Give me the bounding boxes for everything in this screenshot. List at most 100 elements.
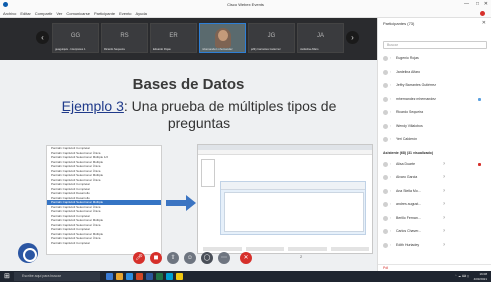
video-tile-name: jeffry barrantes Gutierrez xyxy=(251,48,281,51)
video-tile[interactable]: GG guaguiquis - Interpretes 1 xyxy=(52,23,99,53)
participant-row[interactable]: ◦ Jardelina Alfaro xyxy=(383,68,489,77)
video-tile[interactable]: JA Jardelina Alfaro xyxy=(297,23,344,53)
menu-compartir[interactable]: Compartir xyxy=(35,11,53,16)
leave-button[interactable]: ✕ xyxy=(240,252,252,264)
microphone-icon: ◦ xyxy=(390,83,392,87)
video-tile-name: Ricardo Sequeira xyxy=(104,48,125,51)
menu-bar: Archivo Editar Compartir Ver Comunicarse… xyxy=(0,9,491,18)
video-tile-active-speaker[interactable]: mhernandez mhernandez xyxy=(199,23,246,53)
participant-status: ? xyxy=(443,175,445,179)
video-prev-arrow-icon[interactable]: ‹ xyxy=(36,31,49,44)
microphone-icon: ◦ xyxy=(390,123,392,128)
menu-participante[interactable]: Participante xyxy=(94,11,115,16)
maximize-icon[interactable]: □ xyxy=(476,1,479,7)
share-button[interactable]: ⇧ xyxy=(167,252,179,264)
avatar xyxy=(383,96,388,102)
question-info-box xyxy=(201,159,215,187)
windows-start-icon[interactable]: ⊞ xyxy=(4,273,10,280)
menu-ayuda[interactable]: Ayuda xyxy=(136,11,147,16)
participant-row[interactable]: ◦ mhernandez mhernandez xyxy=(383,95,489,104)
participant-row[interactable]: ◦ Eugenio Rojas xyxy=(383,54,489,63)
participant-row[interactable]: ◦ andres august...? xyxy=(383,200,489,209)
video-tile-name: guaguiquis - Interpretes 1 xyxy=(55,48,86,51)
participant-name: Wendy Villalobos xyxy=(396,123,423,128)
video-tile-initials: RS xyxy=(120,33,129,39)
participant-name: Jeffry Barrantes Gutiérrez xyxy=(396,83,437,87)
participant-row[interactable]: ◦ Edith Hurtadey? xyxy=(383,241,489,250)
participants-footer-label: Pdl xyxy=(383,266,389,270)
microphone-icon: ◦ xyxy=(390,202,392,206)
webex-window: Cisco Webex Events — □ ✕ Archivo Editar … xyxy=(0,0,491,282)
microphone-icon: ◦ xyxy=(390,110,392,114)
browser-screenshot xyxy=(197,144,373,254)
avatar xyxy=(383,69,388,75)
microphone-icon: ◦ xyxy=(390,175,392,179)
participant-row[interactable]: ◦ Yeri Calderón xyxy=(383,135,489,144)
panel-close-icon[interactable]: ✕ xyxy=(482,20,486,26)
edge-browser-icon[interactable] xyxy=(126,273,133,280)
video-next-arrow-icon[interactable]: › xyxy=(346,31,359,44)
microphone-icon: ◦ xyxy=(390,137,392,141)
avatar xyxy=(383,242,388,248)
webex-taskbar-icon[interactable] xyxy=(166,273,173,280)
microphone-icon: ◦ xyxy=(390,188,392,193)
word-icon[interactable] xyxy=(146,273,153,280)
menu-comunicarse[interactable]: Comunicarse xyxy=(66,11,90,16)
question-list-item: Parcial1 Capitulo3 Completar xyxy=(51,240,91,245)
participant-row[interactable]: ◦ Jeffry Barrantes Gutiérrez xyxy=(383,81,489,90)
participant-name: Ricardo Sequeira xyxy=(396,110,424,114)
participant-row[interactable]: ◦ Wendy Villalobos xyxy=(383,122,489,131)
video-tile-initials: JA xyxy=(316,33,324,39)
excel-icon[interactable] xyxy=(156,273,163,280)
chat-button[interactable]: ◯ xyxy=(201,252,213,264)
participant-name: Berillo Fernan... xyxy=(396,215,421,220)
participant-status: ? xyxy=(443,202,445,206)
participant-row[interactable]: ◦ Carlos Chaver...? xyxy=(383,227,489,236)
close-icon[interactable]: ✕ xyxy=(484,1,488,7)
hand-raised-icon xyxy=(478,162,481,166)
file-explorer-icon[interactable] xyxy=(116,273,123,280)
menu-archivo[interactable]: Archivo xyxy=(3,11,16,16)
minimize-icon[interactable]: — xyxy=(464,1,469,7)
title-bar: Cisco Webex Events — □ ✕ xyxy=(0,0,491,9)
microphone-icon: ◦ xyxy=(390,96,392,101)
video-tile-name: Jardelina Alfaro xyxy=(300,48,319,51)
answer-editor xyxy=(220,181,366,235)
powerpoint-icon[interactable] xyxy=(136,273,143,280)
video-tile[interactable]: JG jeffry barrantes Gutierrez xyxy=(248,23,295,53)
participant-row[interactable]: ◦ Berillo Fernan...? xyxy=(383,214,489,223)
participant-row[interactable]: ◦ Ana Stella Mo...? xyxy=(383,187,489,196)
participant-row[interactable]: ◦ Alisa Duarte? xyxy=(383,160,489,169)
slide-title: Bases de Datos xyxy=(132,76,245,93)
video-tile[interactable]: ER Eduardo Rojas xyxy=(150,23,197,53)
participant-name: Carlos Chaver... xyxy=(396,229,422,233)
slide-page-number: 2 xyxy=(300,254,303,259)
chrome-icon[interactable] xyxy=(176,273,183,280)
taskbar-search-input[interactable]: Escribe aquí para buscar xyxy=(14,272,100,281)
menu-editar[interactable]: Editar xyxy=(20,11,30,16)
microphone-icon: ◦ xyxy=(390,161,392,166)
menu-ver[interactable]: Ver xyxy=(56,11,62,16)
avatar xyxy=(383,110,388,115)
slide-subtitle-text: : Una prueba de múltiples tipos de pregu… xyxy=(123,98,337,131)
editor-toolbar xyxy=(221,182,365,190)
participant-row[interactable]: ◦ Alvaro Garcia? xyxy=(383,173,489,182)
task-view-icon[interactable] xyxy=(106,273,113,280)
mute-button[interactable]: 🎤︎ xyxy=(133,252,145,264)
more-options-button[interactable]: ⋯ xyxy=(218,252,230,264)
speaker-face xyxy=(218,30,228,41)
microphone-icon: ◦ xyxy=(390,69,392,74)
participants-search-input[interactable]: Buscar xyxy=(383,41,487,49)
video-tile[interactable]: RS Ricardo Sequeira xyxy=(101,23,148,53)
menu-evento[interactable]: Evento xyxy=(119,11,131,16)
avatar xyxy=(383,215,388,221)
participant-row[interactable]: ◦ Ricardo Sequeira xyxy=(383,108,489,117)
participant-status: ? xyxy=(443,215,445,220)
stop-video-button[interactable]: ◼︎ xyxy=(150,252,162,264)
avatar xyxy=(383,188,388,194)
video-strip: ‹ GG guaguiquis - Interpretes 1 RS Ricar… xyxy=(0,18,377,60)
university-logo xyxy=(18,243,38,263)
taskbar-date: 4/03/2021 xyxy=(473,276,487,281)
participants-button[interactable]: ☺︎ xyxy=(184,252,196,264)
participants-title: Participantes (73) xyxy=(383,21,415,26)
